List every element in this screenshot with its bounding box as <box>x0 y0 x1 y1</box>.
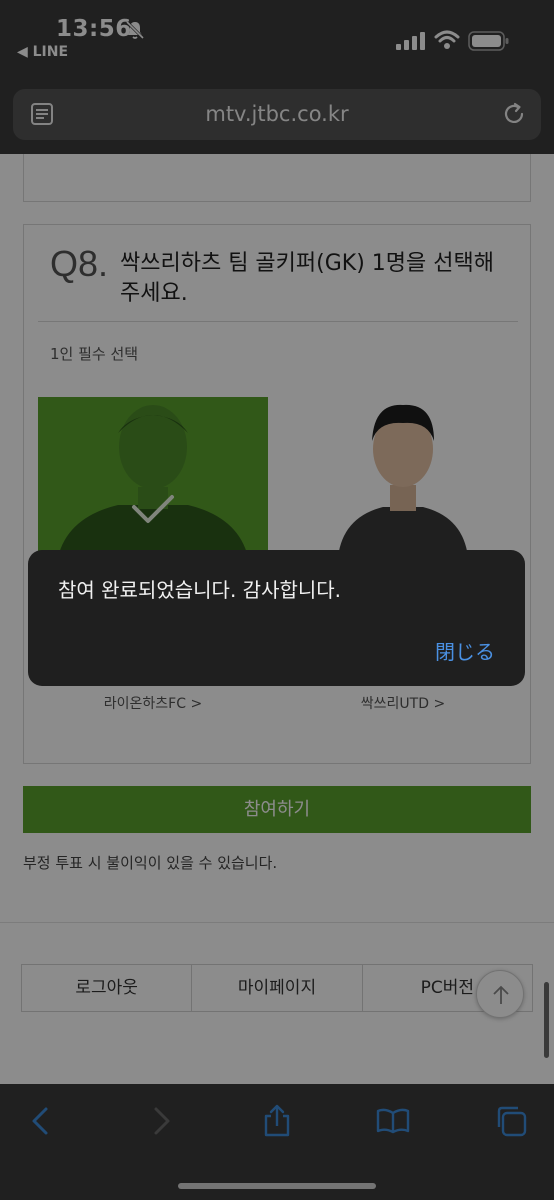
alert-message: 참여 완료되었습니다. 감사합니다. <box>58 578 342 602</box>
alert-close-button[interactable]: 閉じる <box>435 636 495 665</box>
completion-alert-dialog: 참여 완료되었습니다. 감사합니다. 閉じる <box>28 550 525 686</box>
